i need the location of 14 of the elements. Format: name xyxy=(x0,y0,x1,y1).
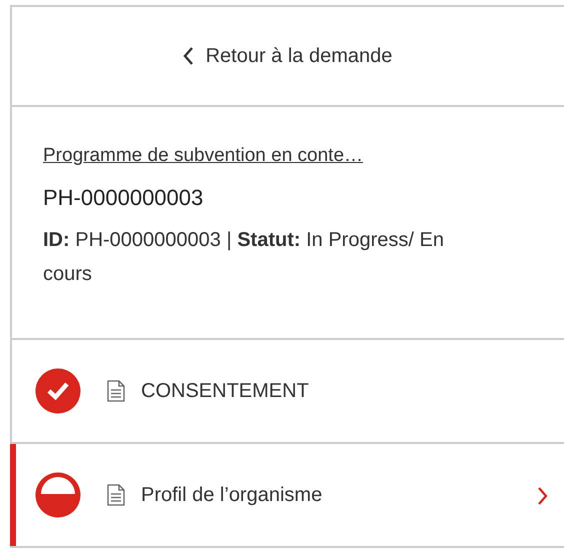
status-line: ID: PH-0000000003 | Statut: In Progress/ En cours xyxy=(43,228,445,287)
document-icon xyxy=(107,380,125,402)
check-circle-icon xyxy=(35,368,81,414)
step-label: Profil de l’organisme xyxy=(141,484,322,506)
chevron-right-icon xyxy=(537,486,549,506)
chevron-left-icon xyxy=(182,46,194,66)
half-circle-icon xyxy=(35,472,81,518)
step-item[interactable]: Profil de l’organisme xyxy=(10,444,564,548)
step-label: CONSENTEMENT xyxy=(141,380,309,402)
back-link[interactable]: Retour à la demande xyxy=(182,44,392,68)
program-link[interactable]: Programme de subvention en conte… xyxy=(43,145,364,166)
document-icon xyxy=(107,484,125,506)
step-item[interactable]: CONSENTEMENT xyxy=(10,340,564,444)
application-number: PH-0000000003 xyxy=(43,185,204,211)
